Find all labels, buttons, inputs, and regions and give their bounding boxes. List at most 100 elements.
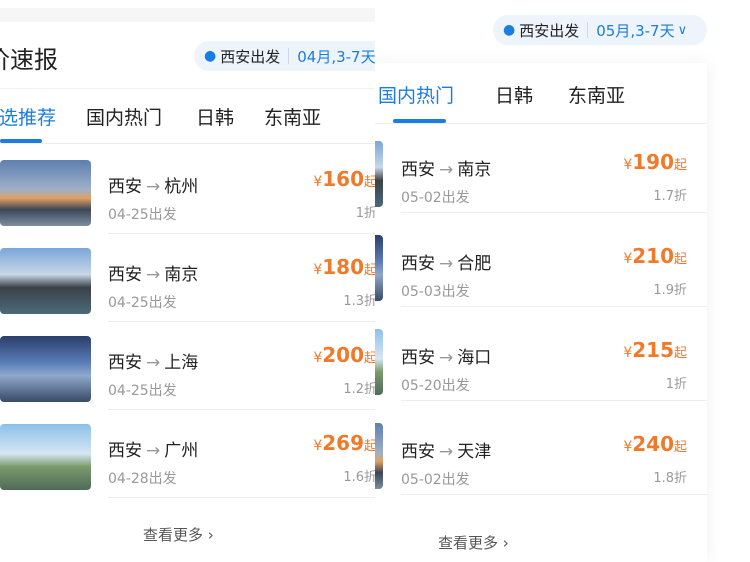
divider <box>401 306 707 307</box>
see-more-button[interactable]: 查看更多 › <box>438 532 509 553</box>
price-value: 215 <box>632 338 674 362</box>
price: ¥240起 <box>623 432 687 456</box>
deals-card: 国内热门 日韩 东南亚 西安 → 南京 05-02出发 ¥190起 1.7折 西安 →… <box>375 63 707 562</box>
discount: 1折 <box>665 377 687 392</box>
see-more-button[interactable]: 查看更多 › <box>143 524 214 545</box>
departure-filter[interactable]: ● 西安出发 04月,3-7天 <box>194 41 375 71</box>
origin-city: 西安 <box>108 353 142 373</box>
currency: ¥ <box>313 174 323 190</box>
departure-date: 04-25出发 <box>108 383 177 399</box>
see-more-label: 查看更多 <box>143 526 204 544</box>
currency: ¥ <box>313 350 323 366</box>
discount: 1折 <box>355 206 375 221</box>
route: 西安 → 南京 <box>401 155 491 180</box>
destination-city: 天津 <box>457 442 492 462</box>
currency: ¥ <box>313 438 323 454</box>
deal-row[interactable]: 西安 → 合肥 05-03出发 ¥210起 1.9折 <box>375 219 707 307</box>
deal-row[interactable]: 西安 → 海口 05-20出发 ¥215起 1折 <box>375 313 707 401</box>
arrow-icon: → <box>439 254 454 274</box>
departure-date: 04-25出发 <box>108 207 177 223</box>
destination-image <box>375 423 383 489</box>
deal-row[interactable]: 西安 → 南京 05-02出发 ¥190起 1.7折 <box>375 125 707 213</box>
price-suffix: 起 <box>673 158 687 173</box>
departure-date: 04-25出发 <box>108 295 177 311</box>
destination-city: 广州 <box>164 441 199 461</box>
price: ¥210起 <box>623 244 687 268</box>
left-panel: 价速报 ● 西安出发 04月,3-7天 精选推荐 国内热门 日韩 东南亚 西安→… <box>0 0 375 562</box>
destination-image <box>375 329 383 395</box>
see-more-label: 查看更多 <box>438 534 499 552</box>
price-suffix: 起 <box>363 439 375 454</box>
price: ¥215起 <box>623 338 687 362</box>
location-pin-icon: ● <box>204 48 217 64</box>
divider <box>0 143 375 144</box>
price: ¥190起 <box>623 150 687 174</box>
divider <box>401 494 707 495</box>
destination-city: 上海 <box>164 353 199 373</box>
departure-filter[interactable]: ● 西安出发 05月,3-7天 ∨ <box>493 15 707 45</box>
arrow-icon: → <box>439 442 454 462</box>
divider <box>375 123 707 124</box>
date-filter[interactable]: 04月,3-7天 <box>297 46 375 67</box>
origin-city: 西安 <box>108 441 142 461</box>
discount: 1.8折 <box>653 471 687 486</box>
destination-city: 合肥 <box>457 254 492 274</box>
location-pin-icon: ● <box>503 22 516 38</box>
tab-domestic[interactable]: 国内热门 <box>86 103 162 130</box>
deal-row[interactable]: 西安 → 上海 04-25出发 ¥200起 1.2折 <box>0 322 375 410</box>
chevron-right-icon: › <box>207 526 214 544</box>
tab-southeast-asia[interactable]: 东南亚 <box>264 103 321 130</box>
divider <box>587 22 589 38</box>
origin-city: 西安 <box>401 254 435 274</box>
divider <box>401 212 707 213</box>
tab-featured[interactable]: 精选推荐 <box>0 103 56 130</box>
price-value: 190 <box>632 150 674 174</box>
discount: 1.6折 <box>343 470 375 485</box>
tab-domestic[interactable]: 国内热门 <box>378 81 454 108</box>
right-panel: ● 西安出发 05月,3-7天 ∨ 国内热门 日韩 东南亚 西安 → 南京 05-0… <box>375 0 750 562</box>
deal-row[interactable]: 西安 → 广州 04-28出发 ¥269起 1.6折 <box>0 410 375 498</box>
discount: 1.9折 <box>653 283 687 298</box>
destination-city: 南京 <box>164 265 199 285</box>
deal-row[interactable]: 西安 → 天津 05-02出发 ¥240起 1.8折 <box>375 407 707 495</box>
date-filter[interactable]: 05月,3-7天 <box>596 20 674 41</box>
departure-date: 05-02出发 <box>401 190 470 206</box>
price-value: 180 <box>322 255 364 279</box>
currency: ¥ <box>623 439 633 455</box>
discount: 1.3折 <box>343 294 375 309</box>
destination-image <box>0 160 91 226</box>
departure-date: 05-20出发 <box>401 378 470 394</box>
origin-city: 西安 <box>401 160 435 180</box>
origin-city: 西安 <box>401 348 435 368</box>
currency: ¥ <box>623 157 633 173</box>
destination-city: 南京 <box>457 160 492 180</box>
price: ¥269起 <box>313 431 375 455</box>
destination-image <box>375 235 383 301</box>
price: ¥200起 <box>313 343 375 367</box>
arrow-icon: → <box>146 353 161 373</box>
price: ¥160起 <box>313 167 375 191</box>
arrow-icon: → <box>439 348 454 368</box>
price-value: 200 <box>322 343 364 367</box>
arrow-icon: → <box>439 160 454 180</box>
tab-southeast-asia[interactable]: 东南亚 <box>568 81 625 108</box>
currency: ¥ <box>313 262 323 278</box>
deal-row[interactable]: 西安 → 南京 04-25出发 ¥180起 1.3折 <box>0 234 375 322</box>
tab-japan-korea[interactable]: 日韩 <box>495 81 533 108</box>
price-value: 210 <box>632 244 674 268</box>
price-value: 240 <box>632 432 674 456</box>
deal-row[interactable]: 西安 → 杭州 04-25出发 ¥160起 1折 <box>0 146 375 234</box>
price-suffix: 起 <box>363 263 375 278</box>
top-strip <box>0 8 375 22</box>
route: 西安 → 天津 <box>401 437 491 462</box>
tab-japan-korea[interactable]: 日韩 <box>196 103 234 130</box>
destination-city: 杭州 <box>164 177 199 197</box>
chevron-right-icon: › <box>502 534 509 552</box>
origin-city: 西安 <box>401 442 435 462</box>
route: 西安 → 上海 <box>108 348 198 373</box>
destination-image <box>0 248 91 314</box>
price-suffix: 起 <box>363 351 375 366</box>
route: 西安 → 南京 <box>108 260 198 285</box>
destination-image <box>0 336 91 402</box>
arrow-icon: → <box>146 265 161 285</box>
